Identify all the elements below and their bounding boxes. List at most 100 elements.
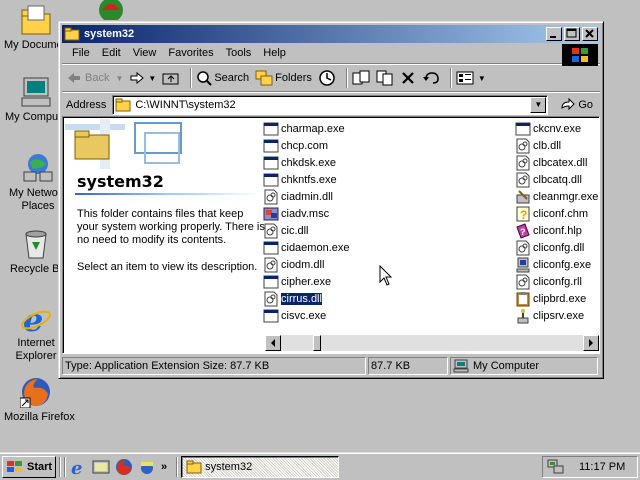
file-item[interactable]: clbcatq.dll [515,172,582,188]
menu-tools[interactable]: Tools [220,47,258,59]
file-item[interactable]: cleanmgr.exe [515,189,598,205]
file-name: cipher.exe [281,276,332,288]
move-to-button[interactable] [352,70,370,86]
file-item[interactable]: cipher.exe [263,274,331,290]
scroll-right-button[interactable] [583,335,599,351]
clipsrv-icon [515,308,531,324]
quick-launch: e » [69,458,173,479]
file-item[interactable]: cic.dll [263,223,309,239]
file-item[interactable]: cliconfg.exe [515,257,591,273]
file-item[interactable]: ciadv.msc [263,206,329,222]
undo-icon [422,72,439,84]
search-button[interactable]: Search [196,70,249,86]
folder-icon [186,460,202,473]
move-to-icon [352,70,370,85]
back-button[interactable]: Back ▼ [66,71,123,85]
desktop-label: Mozilla Firefox [4,411,75,423]
chevron-down-icon: ▼ [148,73,157,83]
scroll-left-button[interactable] [265,335,281,351]
title-bar[interactable]: system32 [62,25,600,43]
scroll-thumb[interactable] [313,335,321,351]
folders-button[interactable]: Folders [255,70,312,86]
file-item[interactable]: ckcnv.exe [515,121,581,137]
internet-explorer-icon: e [20,301,52,339]
file-item[interactable]: cisvc.exe [263,308,326,324]
svg-text:?: ? [520,208,527,222]
file-name: chcp.com [281,140,329,152]
file-name: cisvc.exe [281,310,327,322]
folder-icon [64,27,80,41]
desktop-icon-firefox[interactable]: Mozilla Firefox [0,376,75,424]
clipboard-icon [515,291,531,307]
address-label: Address [66,99,107,111]
go-button[interactable]: Go [560,98,593,112]
file-item[interactable]: cidaemon.exe [263,240,350,256]
explorer-window[interactable]: system32 File Edit View Favorites Tools … [58,21,604,379]
close-button[interactable] [582,27,598,41]
copy-to-button[interactable] [376,70,394,86]
more-chevron-icon[interactable]: » [161,461,167,473]
go-arrow-icon [561,98,576,111]
forward-button[interactable]: ▼ [129,71,156,85]
menu-view[interactable]: View [127,47,163,59]
dll-icon [263,189,279,205]
file-name: charmap.exe [281,123,345,135]
show-desktop-icon[interactable] [92,458,110,476]
partial-icon [96,0,126,22]
file-item[interactable]: chkntfs.exe [263,172,337,188]
file-item[interactable]: cliconfg.rll [515,274,582,290]
app-icon [263,138,279,154]
file-item[interactable]: clipbrd.exe [515,291,586,307]
app-icon [263,121,279,137]
start-button[interactable]: Start [2,455,56,478]
maximize-button[interactable] [564,27,580,41]
file-name: clipsrv.exe [533,310,585,322]
cliconfg-icon [515,257,531,273]
task-button-system32[interactable]: system32 [181,455,340,478]
address-field[interactable]: C:\WINNT\system32 ▼ [112,95,549,115]
menu-file[interactable]: File [66,47,96,59]
status-zone: My Computer [450,357,598,375]
outlook-icon[interactable] [138,458,156,476]
clock[interactable]: 11:17 PM [579,461,625,473]
address-dropdown-button[interactable]: ▼ [530,97,547,113]
up-folder-icon [162,73,179,85]
window-title: system32 [84,28,135,40]
select-hint: Select an item to view its description. [77,261,258,273]
folders-icon [255,70,273,86]
file-item[interactable]: ? cliconf.chm [515,206,588,222]
file-item[interactable]: clb.dll [515,138,561,154]
up-folder-button[interactable] [162,70,180,86]
minimize-button[interactable] [546,27,562,41]
file-item[interactable]: ciadmin.dll [263,189,333,205]
undo-button[interactable] [422,70,440,86]
delete-button[interactable] [400,70,416,86]
folder-icon [115,98,131,112]
file-item[interactable]: cliconfg.dll [515,240,584,256]
file-item[interactable]: ? cliconf.hlp [515,223,582,239]
app-icon [515,121,531,137]
file-item[interactable]: chkdsk.exe [263,155,336,171]
internet-explorer-icon[interactable]: e [69,458,87,479]
file-item[interactable]: chcp.com [263,138,328,154]
file-name: chkdsk.exe [281,157,337,169]
dll-icon [263,223,279,239]
history-icon [319,70,335,86]
history-button[interactable] [318,69,336,87]
file-item[interactable]: ciodm.dll [263,257,324,273]
file-name: clbcatq.dll [533,174,582,186]
file-item[interactable]: cirrus.dll [263,291,323,307]
menu-help[interactable]: Help [257,47,292,59]
menu-favorites[interactable]: Favorites [162,47,219,59]
file-item[interactable]: clbcatex.dll [515,155,587,171]
menu-edit[interactable]: Edit [96,47,127,59]
file-item[interactable]: clipsrv.exe [515,308,584,324]
network-tray-icon[interactable] [547,459,565,475]
views-icon [456,71,474,85]
folder-content[interactable]: system32 This folder contains files that… [62,116,600,354]
delete-icon [402,72,414,84]
file-item[interactable]: charmap.exe [263,121,345,137]
views-button[interactable]: ▼ [456,70,486,86]
firefox-icon[interactable] [115,458,133,476]
horizontal-scrollbar[interactable] [265,335,599,351]
